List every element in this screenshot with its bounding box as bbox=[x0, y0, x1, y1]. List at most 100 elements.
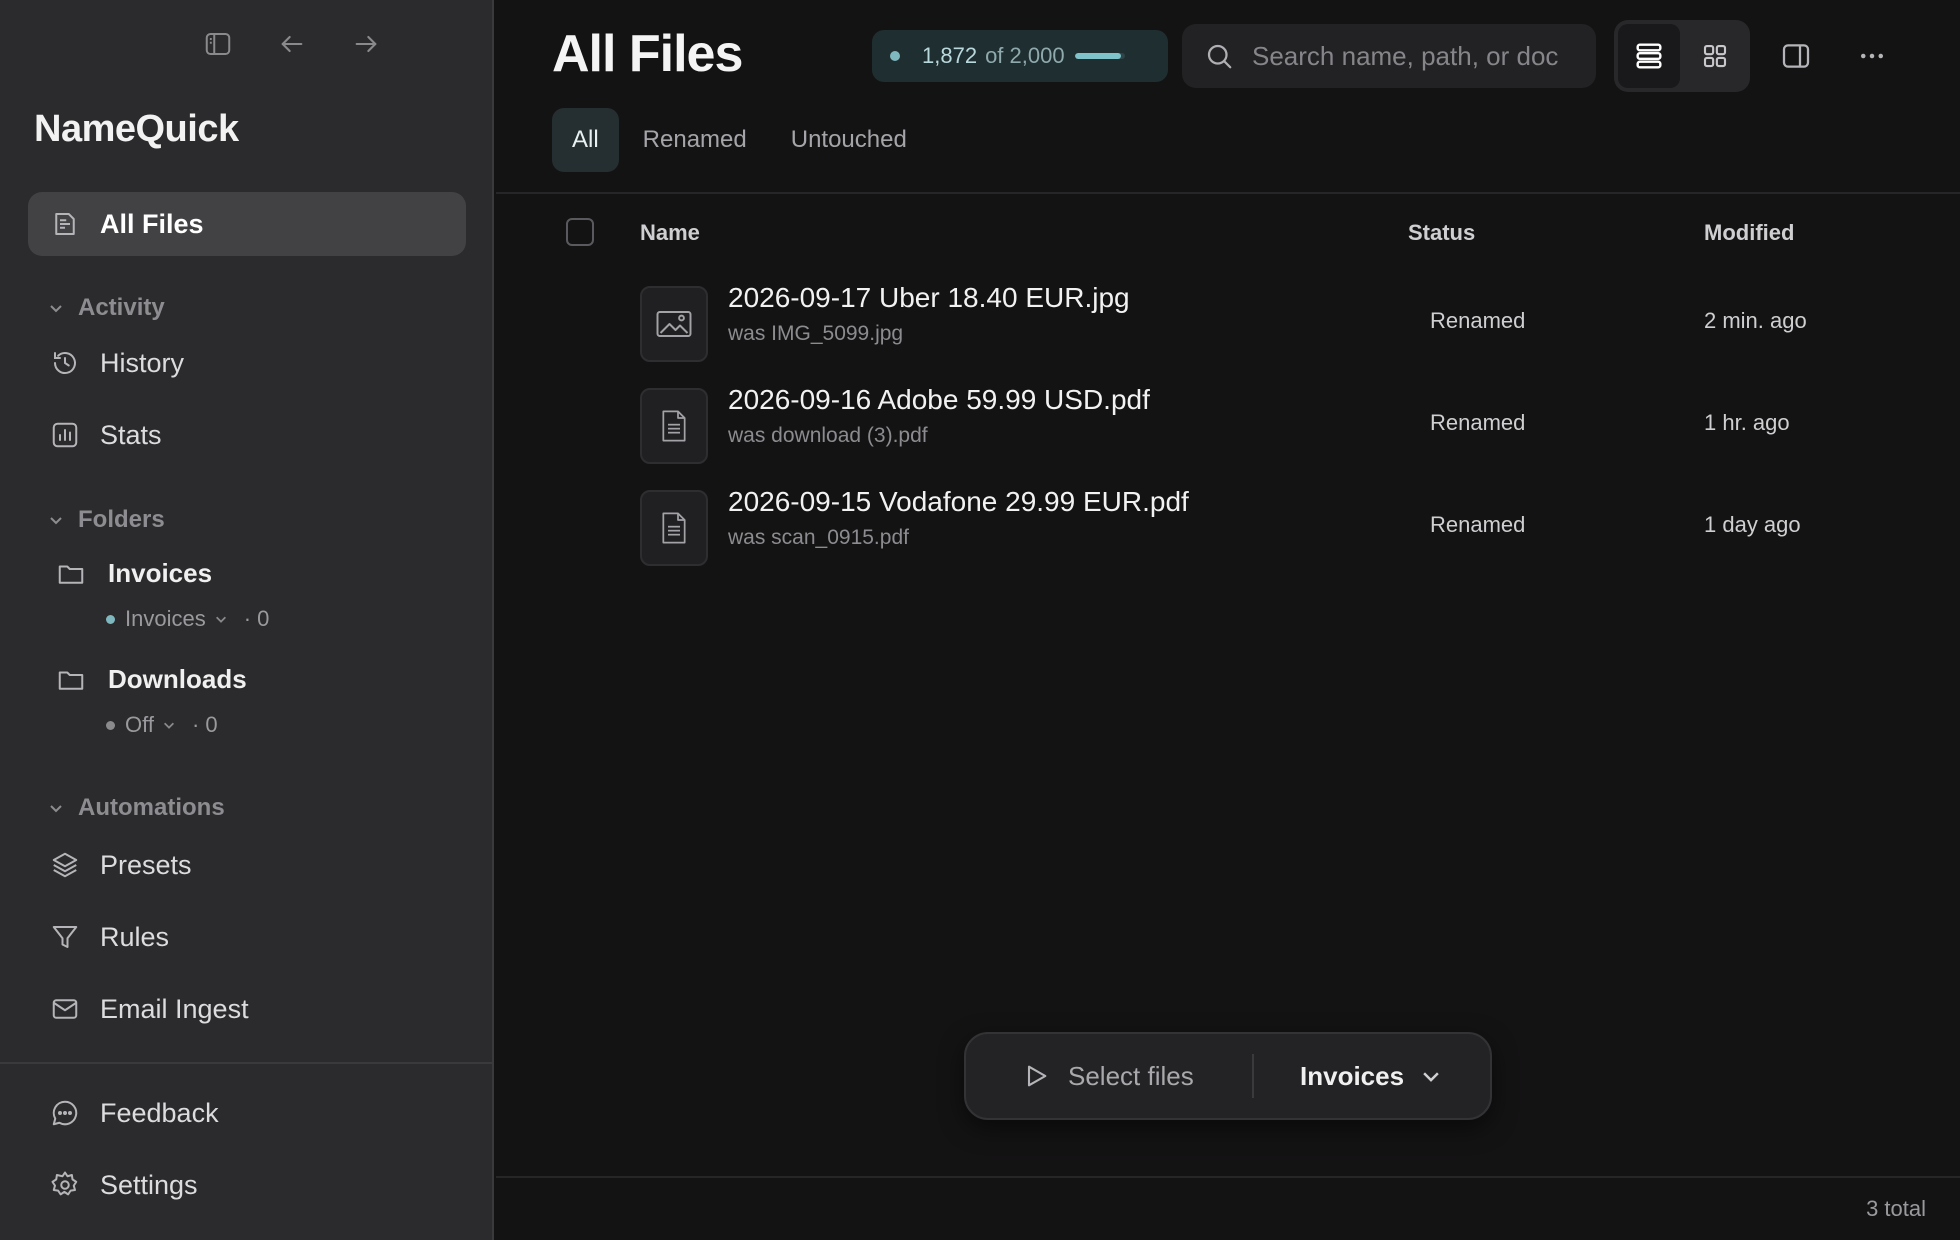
sidebar-item-label: All Files bbox=[100, 208, 204, 239]
action-bar: Select files Invoices bbox=[964, 1032, 1492, 1120]
section-label: Automations bbox=[78, 794, 225, 821]
tab-renamed[interactable]: Renamed bbox=[623, 108, 767, 172]
section-label: Folders bbox=[78, 506, 165, 533]
quota-indicator[interactable]: 1,872 of 2,000 bbox=[872, 30, 1168, 82]
select-files-button[interactable]: Select files bbox=[966, 1034, 1252, 1118]
sidebar-item-label: Settings bbox=[100, 1169, 198, 1200]
modified-time: 1 day ago bbox=[1704, 512, 1801, 537]
preset-label: Invoices bbox=[125, 606, 206, 631]
footer-divider bbox=[496, 1176, 1960, 1178]
original-file-name: was IMG_5099.jpg bbox=[728, 322, 904, 345]
sidebar-item-all-files[interactable]: All Files bbox=[28, 192, 466, 256]
history-icon bbox=[50, 348, 80, 378]
chevron-down-icon bbox=[215, 616, 226, 623]
table-row[interactable]: 2026-09-15 Vodafone 29.99 EUR.pdf was sc… bbox=[496, 482, 1960, 572]
back-arrow-icon[interactable] bbox=[274, 26, 310, 62]
window-controls bbox=[200, 26, 384, 62]
folder-count: · 0 bbox=[243, 606, 270, 631]
forward-arrow-icon[interactable] bbox=[348, 26, 384, 62]
layers-icon bbox=[50, 850, 80, 880]
sidebar-item-presets[interactable]: Presets bbox=[50, 845, 192, 885]
status-dot bbox=[106, 614, 115, 624]
view-toggle bbox=[1614, 20, 1750, 92]
folder-downloads[interactable]: Downloads bbox=[56, 664, 247, 695]
main-content: All Files 1,872 of 2,000 All Renamed Unt… bbox=[496, 0, 1960, 1240]
page-title: All Files bbox=[552, 25, 743, 83]
folder-icon bbox=[56, 559, 86, 589]
tab-untouched[interactable]: Untouched bbox=[771, 108, 927, 172]
sidebar-item-label: Stats bbox=[100, 419, 162, 450]
status-dot bbox=[890, 51, 900, 61]
file-name: 2026-09-17 Uber 18.40 EUR.jpg bbox=[728, 282, 1130, 313]
chevron-down-icon bbox=[50, 517, 62, 525]
app-name: NameQuick bbox=[34, 108, 239, 150]
sidebar-item-settings[interactable]: Settings bbox=[50, 1165, 198, 1205]
gear-icon bbox=[50, 1170, 80, 1200]
column-header-modified[interactable]: Modified bbox=[1704, 220, 1794, 246]
folder-name: Invoices bbox=[108, 558, 213, 588]
grid-view-button[interactable] bbox=[1684, 24, 1746, 88]
search-box[interactable] bbox=[1182, 24, 1596, 88]
file-list-icon bbox=[50, 209, 80, 239]
image-file-icon bbox=[640, 286, 708, 362]
quota-used: 1,872 bbox=[922, 43, 978, 68]
modified-time: 1 hr. ago bbox=[1704, 410, 1790, 435]
more-options-icon[interactable] bbox=[1852, 36, 1892, 76]
status-label: Renamed bbox=[1430, 512, 1526, 537]
modified-time: 2 min. ago bbox=[1704, 308, 1807, 333]
folder-name: Downloads bbox=[108, 664, 247, 694]
select-all-checkbox[interactable] bbox=[566, 218, 594, 246]
sidebar-item-label: Email Ingest bbox=[100, 993, 249, 1024]
list-view-icon bbox=[1636, 43, 1662, 69]
chevron-down-icon bbox=[163, 722, 174, 729]
list-view-button[interactable] bbox=[1618, 24, 1680, 88]
select-files-label: Select files bbox=[1068, 1060, 1194, 1091]
table-row[interactable]: 2026-09-16 Adobe 59.99 USD.pdf was downl… bbox=[496, 380, 1960, 470]
funnel-icon bbox=[50, 922, 80, 952]
column-header-status[interactable]: Status bbox=[1408, 220, 1475, 246]
folder-downloads-preset[interactable]: Off · 0 bbox=[106, 712, 218, 738]
sidebar-toggle-icon[interactable] bbox=[200, 26, 236, 62]
table-row[interactable]: 2026-09-17 Uber 18.40 EUR.jpg was IMG_50… bbox=[496, 278, 1960, 368]
tab-all[interactable]: All bbox=[552, 108, 619, 172]
section-label: Activity bbox=[78, 294, 165, 321]
search-icon bbox=[1207, 44, 1232, 69]
folder-invoices[interactable]: Invoices bbox=[56, 558, 212, 589]
status-dot bbox=[106, 720, 115, 730]
column-header-name[interactable]: Name bbox=[640, 220, 700, 246]
stats-icon bbox=[50, 420, 80, 450]
file-name: 2026-09-16 Adobe 59.99 USD.pdf bbox=[728, 384, 1150, 415]
section-activity[interactable]: Activity bbox=[48, 294, 165, 322]
sidebar-item-label: Presets bbox=[100, 849, 192, 880]
sidebar-item-history[interactable]: History bbox=[50, 343, 184, 383]
grid-view-icon bbox=[1703, 44, 1727, 68]
sidebar-item-feedback[interactable]: Feedback bbox=[50, 1093, 219, 1133]
preset-label: Off bbox=[125, 712, 154, 737]
sidebar-item-label: Rules bbox=[100, 921, 170, 952]
sidebar: NameQuick All Files Activity History Sta… bbox=[0, 0, 494, 1240]
quota-progress-fill bbox=[1074, 53, 1122, 59]
inspector-toggle-icon[interactable] bbox=[1776, 36, 1816, 76]
sidebar-item-email-ingest[interactable]: Email Ingest bbox=[50, 989, 249, 1029]
preset-dropdown[interactable]: Invoices bbox=[1254, 1034, 1442, 1118]
document-file-icon bbox=[640, 490, 708, 566]
sidebar-item-label: History bbox=[100, 347, 185, 378]
sidebar-item-label: Feedback bbox=[100, 1097, 219, 1128]
header-divider bbox=[496, 192, 1960, 194]
total-count: 3 total bbox=[1866, 1196, 1926, 1221]
sidebar-item-rules[interactable]: Rules bbox=[50, 917, 169, 957]
quota-limit: of 2,000 bbox=[985, 43, 1065, 68]
status-label: Renamed bbox=[1430, 308, 1526, 333]
search-input[interactable] bbox=[1252, 40, 1562, 72]
mail-icon bbox=[50, 994, 80, 1024]
folder-invoices-preset[interactable]: Invoices · 0 bbox=[106, 606, 269, 632]
quota-progress-bar bbox=[1074, 53, 1125, 59]
section-folders[interactable]: Folders bbox=[48, 506, 165, 534]
sidebar-item-stats[interactable]: Stats bbox=[50, 415, 162, 455]
original-file-name: was scan_0915.pdf bbox=[728, 526, 909, 549]
folder-count: · 0 bbox=[191, 712, 218, 737]
preset-dropdown-label: Invoices bbox=[1300, 1060, 1405, 1091]
filter-tabs: All Renamed Untouched bbox=[552, 108, 931, 172]
document-file-icon bbox=[640, 388, 708, 464]
section-automations[interactable]: Automations bbox=[48, 794, 225, 822]
